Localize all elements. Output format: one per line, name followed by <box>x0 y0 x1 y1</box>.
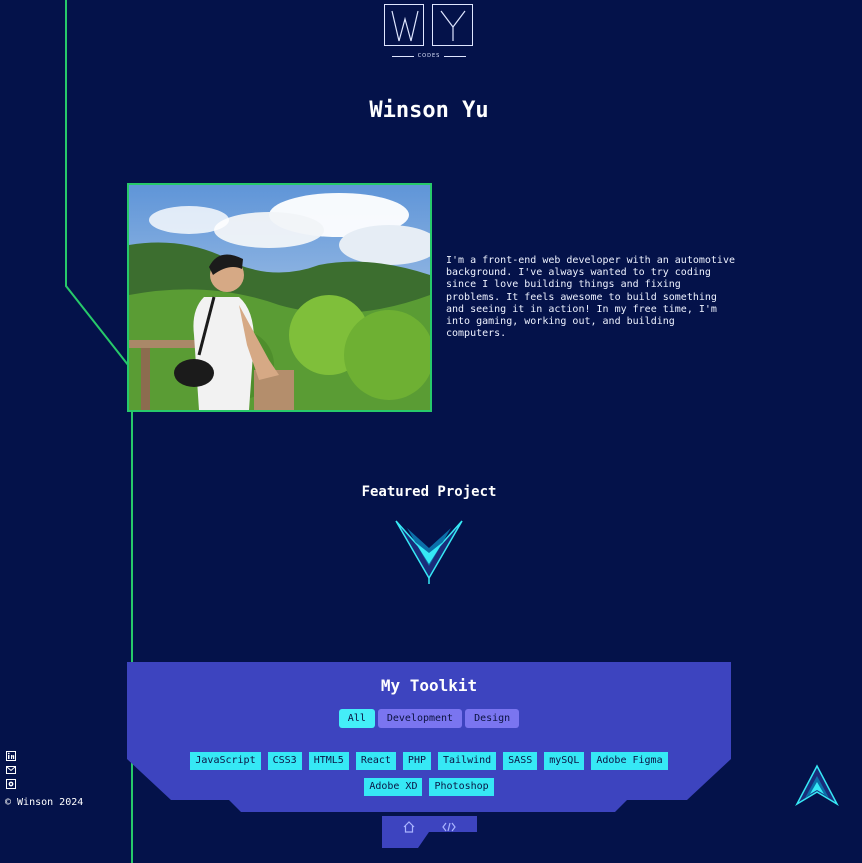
page-title: Winson Yu <box>369 98 489 123</box>
logo-y-box <box>432 4 473 46</box>
logo[interactable]: CODES <box>384 4 474 60</box>
back-to-top-icon[interactable] <box>795 764 839 806</box>
mail-icon[interactable] <box>6 760 16 774</box>
logo-text: CODES <box>417 53 441 59</box>
toolkit-title: My Toolkit <box>380 676 478 695</box>
skill-chip: PHP <box>402 752 431 770</box>
tab-development[interactable]: Development <box>377 709 463 728</box>
tab-design[interactable]: Design <box>465 709 520 728</box>
skill-chip: JavaScript <box>190 752 261 770</box>
skill-chip: Tailwind <box>437 752 497 770</box>
toolkit-tabs: All Development Design <box>127 709 731 728</box>
skill-chip: mySQL <box>544 752 585 770</box>
tab-all[interactable]: All <box>338 709 375 728</box>
toolkit-panel: My Toolkit All Development Design JavaSc… <box>127 662 731 812</box>
skill-chip: CSS3 <box>267 752 302 770</box>
chevron-down-icon[interactable] <box>393 518 465 586</box>
skill-chip: SASS <box>503 752 538 770</box>
linkedin-icon[interactable] <box>6 746 16 761</box>
featured-project-heading: Featured Project <box>361 484 497 500</box>
skill-chip: HTML5 <box>308 752 349 770</box>
bottom-nav <box>382 816 477 848</box>
bio-text: I'm a front-end web developer with an au… <box>446 255 735 340</box>
home-icon[interactable] <box>398 819 420 835</box>
github-icon[interactable] <box>6 774 16 789</box>
code-icon[interactable] <box>438 819 460 835</box>
skill-chip: React <box>355 752 396 770</box>
skills-list: JavaScript CSS3 HTML5 React PHP Tailwind… <box>187 752 671 796</box>
copyright-text: © Winson 2024 <box>5 797 84 808</box>
skill-chip: Adobe XD <box>364 778 423 796</box>
logo-w-box <box>384 4 424 46</box>
profile-photo <box>127 183 432 412</box>
skill-chip: Adobe Figma <box>591 752 668 770</box>
skill-chip: Photoshop <box>429 778 494 796</box>
